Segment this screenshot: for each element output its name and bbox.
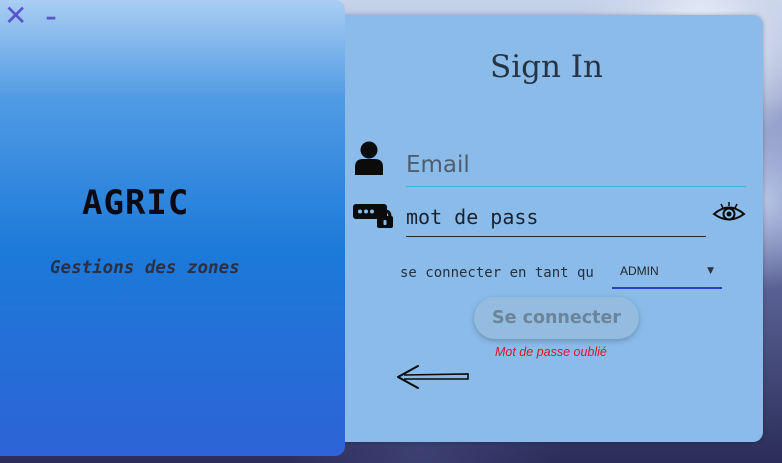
window-controls: ✕ – — [4, 2, 56, 34]
caret-down-icon: ▼ — [707, 266, 714, 276]
brand-panel: ✕ – AGRIC Gestions des zones — [0, 0, 345, 456]
app-name: AGRIC — [82, 183, 190, 223]
role-select[interactable]: ADMIN ▼ — [612, 255, 722, 289]
password-lock-icon — [353, 204, 393, 228]
email-field[interactable] — [406, 143, 746, 187]
minimize-button[interactable]: – — [45, 2, 56, 34]
password-field[interactable] — [406, 197, 706, 237]
forgot-password-link[interactable]: Mot de passe oublié — [495, 345, 607, 359]
connect-button[interactable]: Se connecter — [474, 297, 639, 339]
user-icon — [355, 141, 383, 175]
role-label: se connecter en tant qu — [400, 265, 594, 281]
close-button[interactable]: ✕ — [4, 2, 27, 34]
back-arrow-icon[interactable] — [396, 363, 470, 391]
signin-title: Sign In — [489, 49, 604, 85]
eye-icon[interactable] — [712, 201, 746, 225]
signin-card: Sign In se connecter en tant qu ADMIN ▼ … — [330, 15, 763, 442]
role-select-value: ADMIN — [620, 264, 659, 278]
app-tagline: Gestions des zones — [50, 258, 240, 278]
